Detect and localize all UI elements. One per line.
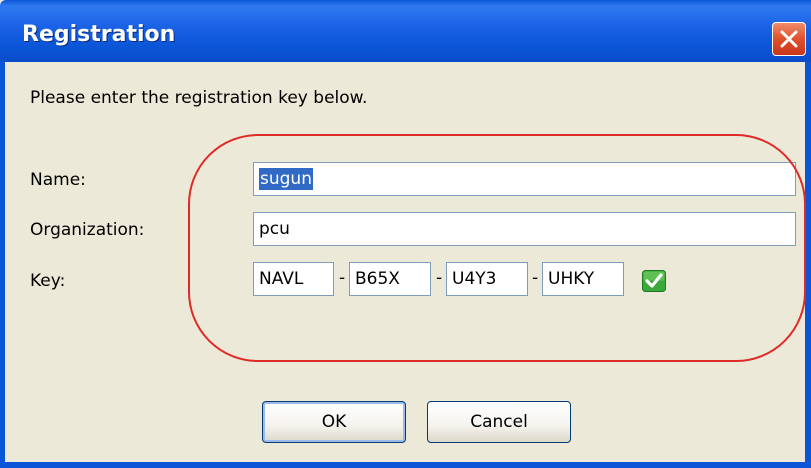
key-label: Key: bbox=[30, 271, 66, 291]
key-separator: - bbox=[532, 268, 539, 288]
organization-label: Organization: bbox=[30, 220, 145, 240]
registration-dialog: Registration Please enter the registrati… bbox=[0, 0, 811, 468]
name-field-value: sugun bbox=[259, 168, 313, 190]
key-separator: - bbox=[436, 268, 443, 288]
key-field-3-value: U4Y3 bbox=[452, 269, 497, 289]
name-label: Name: bbox=[30, 170, 86, 190]
close-button[interactable] bbox=[772, 22, 806, 56]
ok-button[interactable]: OK bbox=[262, 401, 406, 443]
close-icon bbox=[780, 30, 798, 48]
key-field-4[interactable]: UHKY bbox=[542, 262, 624, 296]
instruction-text: Please enter the registration key below. bbox=[30, 88, 368, 108]
key-field-2[interactable]: B65X bbox=[349, 262, 431, 296]
window-frame-bottom bbox=[0, 462, 811, 468]
title-bar[interactable]: Registration bbox=[0, 0, 811, 62]
window-frame-right bbox=[805, 62, 811, 468]
organization-field-value: pcu bbox=[259, 219, 290, 239]
organization-field[interactable]: pcu bbox=[253, 212, 796, 246]
checkmark-icon bbox=[642, 270, 666, 292]
window-frame-left bbox=[0, 62, 5, 468]
key-field-3[interactable]: U4Y3 bbox=[446, 262, 528, 296]
dialog-title: Registration bbox=[22, 22, 176, 47]
key-field-4-value: UHKY bbox=[548, 269, 595, 289]
key-field-1-value: NAVL bbox=[259, 269, 304, 289]
key-field-2-value: B65X bbox=[355, 269, 400, 289]
cancel-button[interactable]: Cancel bbox=[427, 401, 571, 443]
key-field-1[interactable]: NAVL bbox=[253, 262, 334, 296]
key-separator: - bbox=[339, 268, 346, 288]
name-field[interactable]: sugun bbox=[253, 162, 796, 196]
